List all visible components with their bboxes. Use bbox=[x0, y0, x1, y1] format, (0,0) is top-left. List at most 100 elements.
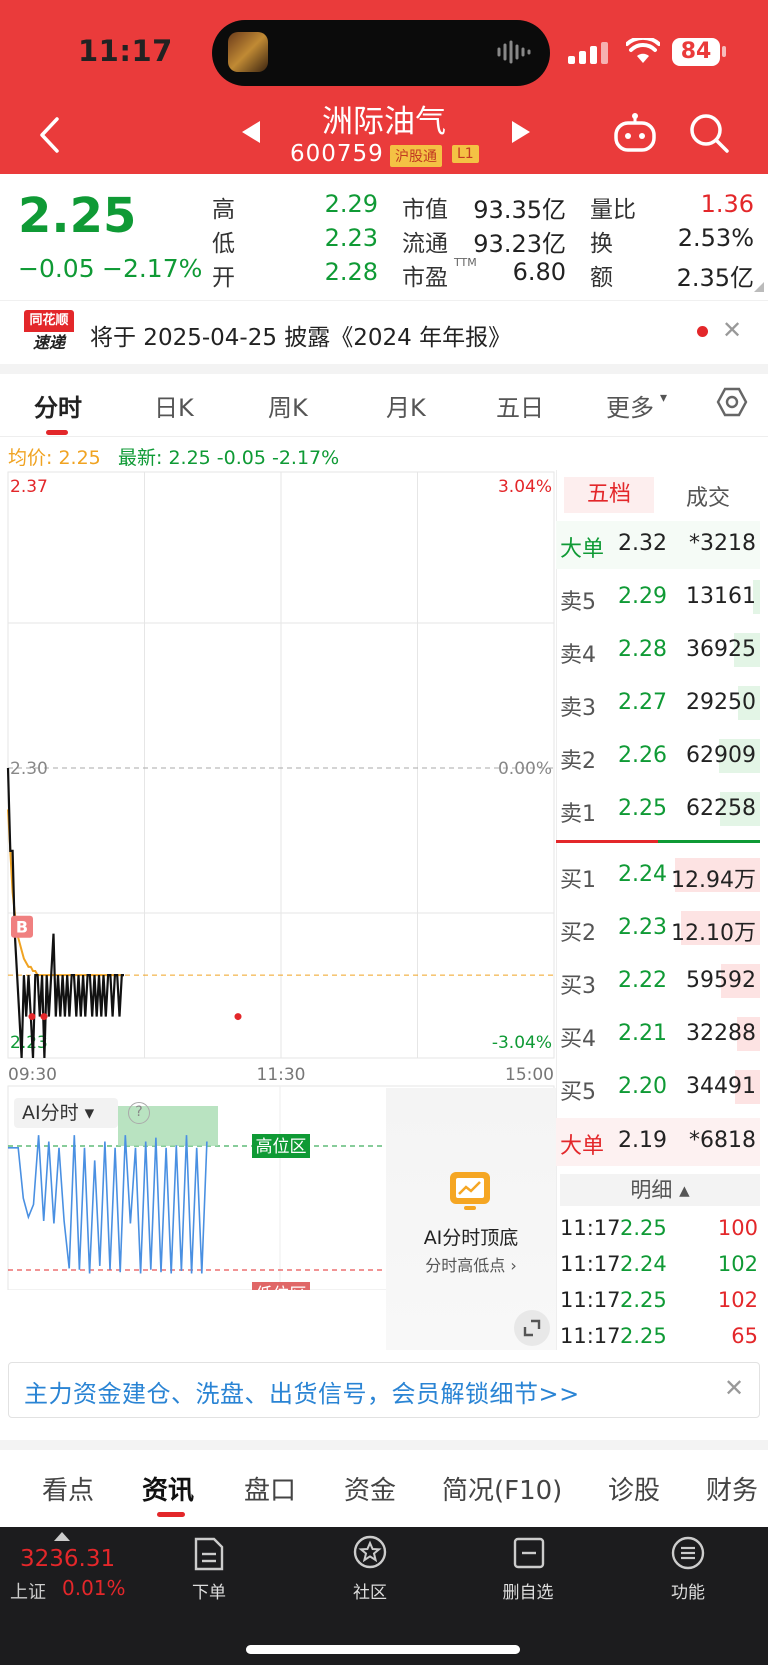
chart-tab[interactable]: 分时 bbox=[34, 388, 82, 423]
price-change: −0.05 bbox=[18, 254, 95, 283]
chart-tab[interactable]: 更多 ▾ bbox=[606, 388, 667, 423]
tick-volume: 102 bbox=[717, 1252, 758, 1276]
unread-dot bbox=[697, 326, 708, 337]
quote-value: 93.35亿 bbox=[473, 196, 566, 224]
quote-label: 量比 bbox=[590, 197, 636, 223]
index-value[interactable]: 3236.31 bbox=[20, 1546, 115, 1572]
nav-functions[interactable]: 功能 bbox=[638, 1578, 738, 1603]
ai-promo-sub-text: 分时高低点 bbox=[425, 1256, 506, 1275]
news-tab[interactable]: 资金 bbox=[344, 1470, 396, 1507]
stock-code: 600759 bbox=[290, 141, 384, 167]
y-tick-bottom: 2.23 bbox=[10, 1033, 48, 1053]
level-volume: 12.10万 bbox=[671, 921, 756, 946]
robot-assistant-icon[interactable] bbox=[612, 112, 658, 152]
news-tab[interactable]: 看点 bbox=[42, 1470, 94, 1507]
news-tab[interactable]: 资讯 bbox=[142, 1470, 194, 1507]
chart-tab[interactable]: 周K bbox=[268, 388, 308, 423]
tick-time: 11:17 bbox=[560, 1252, 621, 1276]
x-tick: 11:30 bbox=[257, 1065, 306, 1085]
average-price-label: 均价: 2.25 bbox=[8, 447, 101, 469]
quote-label: 低 bbox=[212, 231, 235, 257]
panel-divider bbox=[556, 470, 557, 1350]
tab-five-levels[interactable]: 五档 bbox=[564, 477, 654, 513]
nav-remove-watchlist[interactable]: 删自选 bbox=[478, 1578, 578, 1603]
tick-time: 11:17 bbox=[560, 1216, 621, 1240]
level-label: 买4 bbox=[560, 1027, 596, 1052]
tick-price: 2.25 bbox=[620, 1216, 667, 1240]
back-arrow-icon[interactable] bbox=[38, 116, 60, 154]
cellular-signal-icon bbox=[568, 42, 608, 64]
next-stock-icon[interactable] bbox=[510, 120, 532, 144]
tick-price: 2.24 bbox=[620, 1252, 667, 1276]
signal-dot bbox=[234, 1013, 242, 1021]
notice-close-icon[interactable]: ✕ bbox=[722, 316, 742, 344]
y-tick-top: 2.37 bbox=[10, 477, 48, 497]
battery-indicator: 84 bbox=[672, 38, 720, 66]
news-tab-indicator bbox=[157, 1512, 185, 1517]
chart-settings-icon[interactable] bbox=[716, 386, 748, 418]
tick-volume: 65 bbox=[731, 1324, 758, 1348]
prev-stock-icon[interactable] bbox=[240, 120, 262, 144]
nav-community[interactable]: 社区 bbox=[320, 1578, 420, 1603]
tab-separator bbox=[0, 436, 768, 437]
quote-value: 1.36 bbox=[700, 190, 754, 218]
news-tab[interactable]: 诊股 bbox=[608, 1470, 660, 1507]
logo-top-text: 同花顺 bbox=[24, 310, 74, 332]
y-right-tick-top: 3.04% bbox=[498, 477, 552, 497]
news-tab[interactable]: 盘口 bbox=[244, 1470, 296, 1507]
tick-volume: 102 bbox=[717, 1288, 758, 1312]
help-icon[interactable]: ? bbox=[128, 1102, 150, 1124]
ai-chart-icon bbox=[450, 1172, 490, 1210]
tonghuashun-express-logo: 同花顺 速递 bbox=[24, 310, 74, 354]
average-line bbox=[7, 809, 124, 977]
home-indicator bbox=[246, 1645, 520, 1654]
fullscreen-button[interactable] bbox=[514, 1310, 550, 1346]
news-tab[interactable]: 财务 bbox=[706, 1470, 758, 1507]
expand-corner[interactable] bbox=[754, 282, 764, 292]
ai-promo-sub[interactable]: 分时高低点 › bbox=[386, 1252, 556, 1276]
tick-time: 11:17 bbox=[560, 1288, 621, 1312]
index-change: 0.01% bbox=[62, 1576, 126, 1600]
banner-close-icon[interactable]: ✕ bbox=[724, 1374, 744, 1402]
fullscreen-icon bbox=[523, 1319, 541, 1337]
quote-value: 2.23 bbox=[324, 224, 378, 252]
tick-volume: 100 bbox=[717, 1216, 758, 1240]
banner-text: 主力资金建仓、洗盘、出货信号，会员解锁细节>> bbox=[24, 1380, 580, 1408]
audio-wave-icon bbox=[497, 40, 531, 64]
tab-trades[interactable]: 成交 bbox=[686, 480, 730, 512]
level-volume: *6818 bbox=[689, 1128, 756, 1153]
level-label: 卖2 bbox=[560, 749, 596, 774]
active-tab-indicator bbox=[46, 430, 68, 435]
level-volume: 34491 bbox=[686, 1074, 756, 1099]
community-icon bbox=[353, 1535, 387, 1569]
level-volume: 12.94万 bbox=[671, 868, 756, 893]
remove-watchlist-icon bbox=[513, 1537, 545, 1569]
chart-tab[interactable]: 五日 bbox=[496, 388, 544, 423]
x-tick: 15:00 bbox=[505, 1065, 554, 1085]
quote-value: 2.29 bbox=[324, 190, 378, 218]
level-label: 买1 bbox=[560, 868, 596, 893]
connect-tag: 沪股通 bbox=[390, 145, 442, 167]
index-name: 上证 bbox=[10, 1582, 46, 1603]
low-zone-label: 低位区 bbox=[256, 1285, 307, 1290]
detail-header[interactable]: 明细 ▴ bbox=[560, 1174, 760, 1206]
level-volume: 13161 bbox=[686, 584, 756, 609]
latest-price-label: 最新: 2.25 -0.05 -2.17% bbox=[118, 447, 340, 469]
order-doc-icon bbox=[194, 1537, 224, 1571]
notice-text: 将于 2025-04-25 披露《2024 年年报》 bbox=[90, 325, 512, 351]
battery-cap bbox=[722, 46, 726, 57]
chart-tab[interactable]: 日K bbox=[154, 388, 194, 423]
chart-tab[interactable]: 月K bbox=[386, 388, 426, 423]
logo-bottom-text: 速递 bbox=[24, 332, 74, 354]
menu-icon bbox=[671, 1536, 705, 1570]
search-icon[interactable] bbox=[688, 112, 730, 154]
level-volume: 32288 bbox=[686, 1021, 756, 1046]
news-tab[interactable]: 简况(F10) bbox=[442, 1470, 562, 1507]
level-volume: 36925 bbox=[686, 637, 756, 662]
ai-timeshare-dropdown[interactable]: AI分时 ▾ bbox=[14, 1098, 118, 1128]
y-tick-mid: 2.30 bbox=[10, 759, 48, 779]
quote-value: 2.28 bbox=[324, 258, 378, 286]
tick-price: 2.25 bbox=[620, 1288, 667, 1312]
nav-order[interactable]: 下单 bbox=[159, 1578, 259, 1603]
quote-label: 高 bbox=[212, 197, 235, 223]
